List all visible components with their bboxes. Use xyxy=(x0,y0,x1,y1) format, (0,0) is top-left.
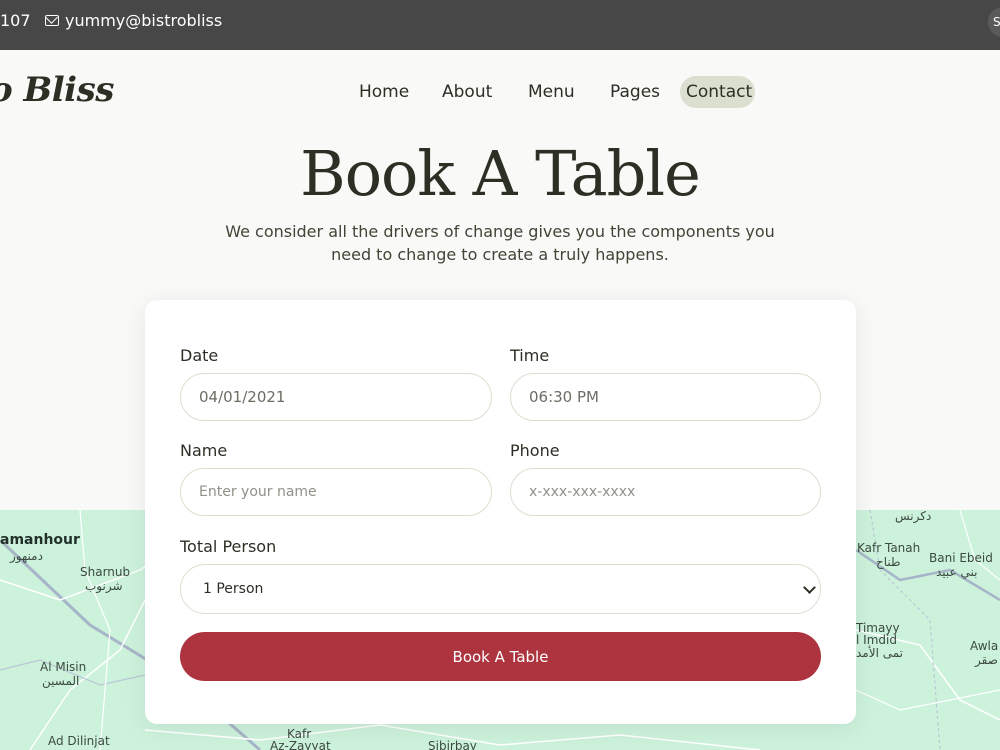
main-nav: Home About Menu Pages Contact xyxy=(0,76,1000,108)
map-label-sharnub-ar: شرنوب xyxy=(85,579,123,593)
nav-contact[interactable]: Contact xyxy=(680,76,755,108)
total-person-value: 1 Person xyxy=(203,581,264,597)
top-bar: 107 yummy@bistrobliss S xyxy=(0,0,1000,50)
nav-pages[interactable]: Pages xyxy=(604,76,664,108)
time-field[interactable]: 06:30 PM xyxy=(510,373,821,421)
map-label-ad-dilinjat: Ad Dilinjat xyxy=(48,734,110,748)
map-label-bani-ebeid-ar: بني عبيد xyxy=(936,565,978,579)
map-label-az-zayyat: Az-Zayyat xyxy=(270,739,331,750)
phone-field[interactable]: x-xxx-xxx-xxxx xyxy=(510,468,821,516)
map-label-timayy-ar: تمى الأمد xyxy=(856,646,903,660)
map-label-al-misin-ar: المسين xyxy=(42,674,80,688)
map-label-damanhour: amanhour xyxy=(0,532,80,548)
map-label-bani-ebeid: Bani Ebeid xyxy=(929,551,993,565)
phone-label: Phone xyxy=(510,441,560,460)
nav-about[interactable]: About xyxy=(436,76,498,108)
total-person-label: Total Person xyxy=(180,537,277,556)
name-label: Name xyxy=(180,441,228,460)
phone-number[interactable]: 107 xyxy=(0,11,31,30)
email-link[interactable]: yummy@bistrobliss xyxy=(45,11,222,30)
date-field[interactable]: 04/01/2021 xyxy=(180,373,492,421)
name-field[interactable]: Enter your name xyxy=(180,468,492,516)
map-label-awlad-ar: صقر xyxy=(975,653,998,667)
page-title: Book A Table xyxy=(300,137,701,210)
chevron-down-icon xyxy=(803,581,816,594)
map-label-awlad: Awla xyxy=(970,639,999,653)
total-person-select[interactable]: 1 Person xyxy=(180,564,821,614)
map-label-kafr-tanah: Kafr Tanah xyxy=(857,541,921,555)
time-label: Time xyxy=(510,346,550,365)
map-label-dikirnis-ar: دكرنس xyxy=(895,510,932,523)
map-label-sibirbay: Sibirbay xyxy=(428,739,477,750)
mail-icon xyxy=(45,15,59,26)
nav-home[interactable]: Home xyxy=(353,76,413,108)
map-label-damanhour-ar: دمنهور xyxy=(10,549,43,563)
page-subtitle: We consider all the drivers of change gi… xyxy=(225,222,775,264)
booking-form: Date 04/01/2021 Time 06:30 PM Name Enter… xyxy=(145,300,856,724)
email-text: yummy@bistrobliss xyxy=(65,11,223,30)
map-label-kafr-tanah-ar: طناح xyxy=(876,555,901,569)
date-label: Date xyxy=(180,346,219,365)
nav-menu[interactable]: Menu xyxy=(522,76,579,108)
map-label-al-misin: Al Misin xyxy=(40,660,87,674)
map-label-sharnub: Sharnub xyxy=(80,565,131,579)
social-icon[interactable]: S xyxy=(988,7,1000,37)
book-table-button[interactable]: Book A Table xyxy=(180,632,821,681)
